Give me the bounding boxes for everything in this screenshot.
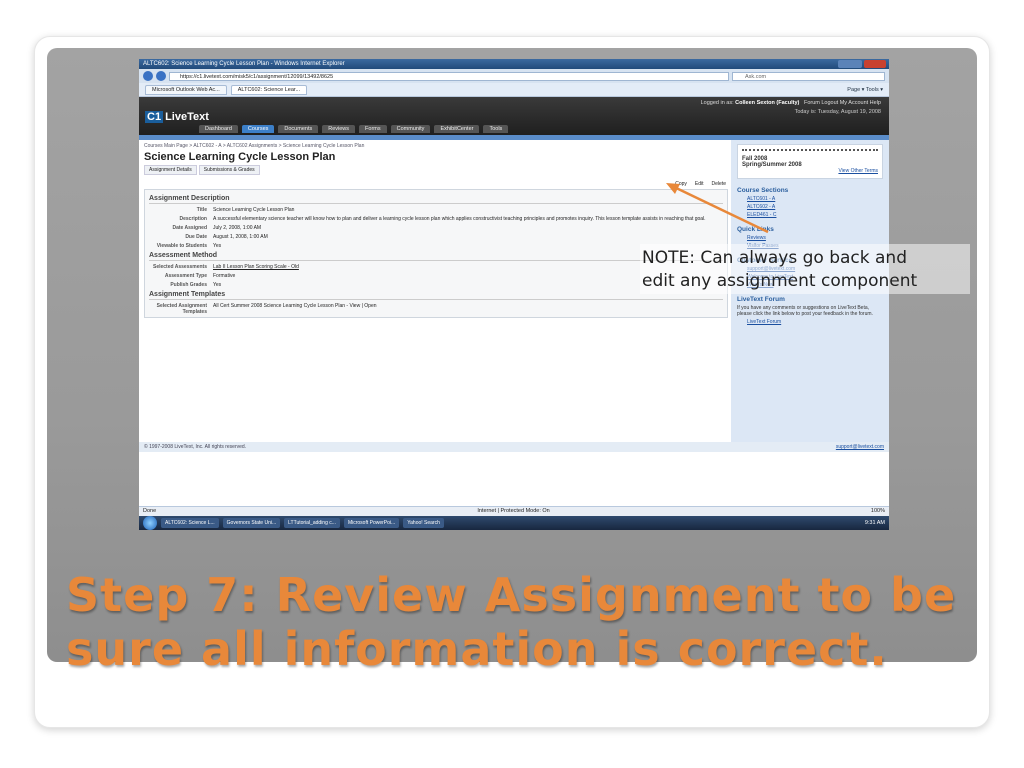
forum-heading: LiveText Forum <box>737 296 785 303</box>
minimize-maximize-buttons[interactable] <box>838 60 862 68</box>
assessment-row: Selected Assessments Lab II Lesson Plan S… <box>149 264 723 270</box>
user-line: Logged in as: Colleen Sexton (Faculty) F… <box>700 100 881 106</box>
note-line-2: edit any assignment component <box>642 271 918 291</box>
forum-text: If you have any comments or suggestions … <box>737 305 873 317</box>
clock: 9:31 AM <box>864 520 885 526</box>
description-heading: Assignment Description <box>149 195 723 204</box>
livetext-header: C1 LiveText Logged in as: Colleen Sexton … <box>139 97 889 135</box>
templates-heading: Assignment Templates <box>149 291 723 300</box>
support-link[interactable]: support@livetext.com <box>836 444 884 450</box>
forward-icon[interactable] <box>156 71 166 81</box>
tab-submissions-grades[interactable]: Submissions & Grades <box>198 165 260 175</box>
course-link[interactable]: ALTC602 - A <box>737 204 883 210</box>
template-link[interactable]: All Cert Summer 2008 Science Learning Cy… <box>213 303 723 315</box>
copyright: © 1997-2008 LiveText, Inc. All rights re… <box>144 444 247 450</box>
course-sections-heading: Course Sections <box>737 187 789 194</box>
nav-community[interactable]: Community <box>390 125 431 133</box>
start-button[interactable] <box>143 516 157 530</box>
nav-courses[interactable]: Courses <box>241 125 275 133</box>
note-callout: NOTE: Can always go back and edit any as… <box>642 247 917 293</box>
tab-assignment-details[interactable]: Assignment Details <box>144 165 197 175</box>
view-other-terms-link[interactable]: View Other Terms <box>742 168 878 174</box>
browser-titlebar: ALTC602: Science Learning Cycle Lesson P… <box>139 59 889 69</box>
subtabs: Assignment Details Submissions & Grades <box>144 165 728 175</box>
nav-tools[interactable]: Tools <box>483 125 509 133</box>
protected-mode: Internet | Protected Mode: On <box>477 508 550 514</box>
quick-links-heading: Quick Links <box>737 226 774 233</box>
tab-altc602[interactable]: ALTC602: Science Lear... <box>230 84 308 95</box>
back-icon[interactable] <box>143 71 153 81</box>
page-footer: © 1997-2008 LiveText, Inc. All rights re… <box>139 442 889 452</box>
taskbar: ALTC602: Science L... Governors State Un… <box>139 516 889 530</box>
tab-outlook[interactable]: Microsoft Outlook Web Ac... <box>145 84 227 95</box>
assignment-actions: Copy Edit Delete <box>144 180 728 188</box>
nav-forms[interactable]: Forms <box>359 125 387 133</box>
today-date: Today is: Tuesday, August 19, 2008 <box>794 109 881 115</box>
nav-reviews[interactable]: Reviews <box>322 125 356 133</box>
url-field[interactable]: https://c1.livetext.com/misk5/c1/assignm… <box>169 71 729 81</box>
address-bar: https://c1.livetext.com/misk5/c1/assignm… <box>139 69 889 83</box>
nav-documents[interactable]: Documents <box>278 125 319 133</box>
field-row: Title Science Learning Cycle Lesson Plan <box>196 207 295 213</box>
assessment-row: Assessment Type Formative <box>164 273 236 279</box>
note-line-1: NOTE: Can always go back and <box>642 248 907 268</box>
course-link[interactable]: ALTC601 - A <box>737 196 883 202</box>
notebook-rings <box>742 149 878 153</box>
slide-title-line-2: sure all information is correct. <box>66 622 888 676</box>
edit-button[interactable]: Edit <box>693 180 706 188</box>
search-input[interactable]: Ask.com <box>732 71 885 81</box>
copy-button[interactable]: Copy <box>673 180 689 188</box>
status-bar: Done Internet | Protected Mode: On 100% <box>139 506 889 516</box>
yahoo-search-box[interactable]: Yahoo! Search <box>403 518 444 528</box>
slide-title-line-1: Step 7: Review Assignment to be <box>66 568 957 622</box>
header-links[interactable]: Forum Logout My Account Help <box>804 100 881 106</box>
browser-tools-menu[interactable]: Page ▾ Tools ▾ <box>847 87 883 93</box>
field-row: Due Date August 1, 2008, 1:00 AM <box>185 234 268 240</box>
taskbar-item[interactable]: LTTutorial_adding c... <box>284 518 340 528</box>
nav-dashboard[interactable]: Dashboard <box>199 125 238 133</box>
assessment-row: Publish Grades Yes <box>170 282 222 288</box>
field-row: Description A successful elementary scien… <box>179 216 706 222</box>
delete-button[interactable]: Delete <box>710 180 728 188</box>
main-nav: Dashboard Courses Documents Reviews Form… <box>199 125 509 133</box>
screenshot-window: ALTC602: Science Learning Cycle Lesson P… <box>139 59 889 530</box>
page-title: Science Learning Cycle Lesson Plan <box>144 151 336 163</box>
field-row: Viewable to Students Yes <box>156 243 222 249</box>
course-link[interactable]: ELED461 - C <box>737 212 883 218</box>
taskbar-item[interactable]: Microsoft PowerPoi... <box>343 518 400 528</box>
template-row: Selected Assignment Templates All Cert Su… <box>149 303 723 315</box>
nav-exhibitcenter[interactable]: ExhibitCenter <box>434 125 480 133</box>
livetext-logo: C1 LiveText <box>145 111 209 123</box>
zoom-level[interactable]: 100% <box>871 508 885 515</box>
field-row: Date Assigned July 2, 2008, 1:00 AM <box>172 225 262 231</box>
slide-title: Step 7: Review Assignment to be sure all… <box>66 568 966 676</box>
window-title: ALTC602: Science Learning Cycle Lesson P… <box>143 61 345 67</box>
browser-tabbar: Microsoft Outlook Web Ac... ALTC602: Sci… <box>139 83 889 97</box>
status-text: Done <box>143 508 157 514</box>
term-box: Fall 2008 Spring/Summer 2008 View Other … <box>737 144 883 179</box>
close-button[interactable] <box>864 60 886 68</box>
taskbar-item[interactable]: Governors State Uni... <box>222 518 281 528</box>
quick-link-reviews[interactable]: Reviews <box>737 235 883 241</box>
breadcrumb[interactable]: Courses Main Page > ALTC602 - A > ALTC60… <box>144 143 728 149</box>
assessment-heading: Assessment Method <box>149 252 723 261</box>
forum-link[interactable]: LiveText Forum <box>737 319 883 325</box>
taskbar-item[interactable]: ALTC602: Science L... <box>161 518 219 528</box>
